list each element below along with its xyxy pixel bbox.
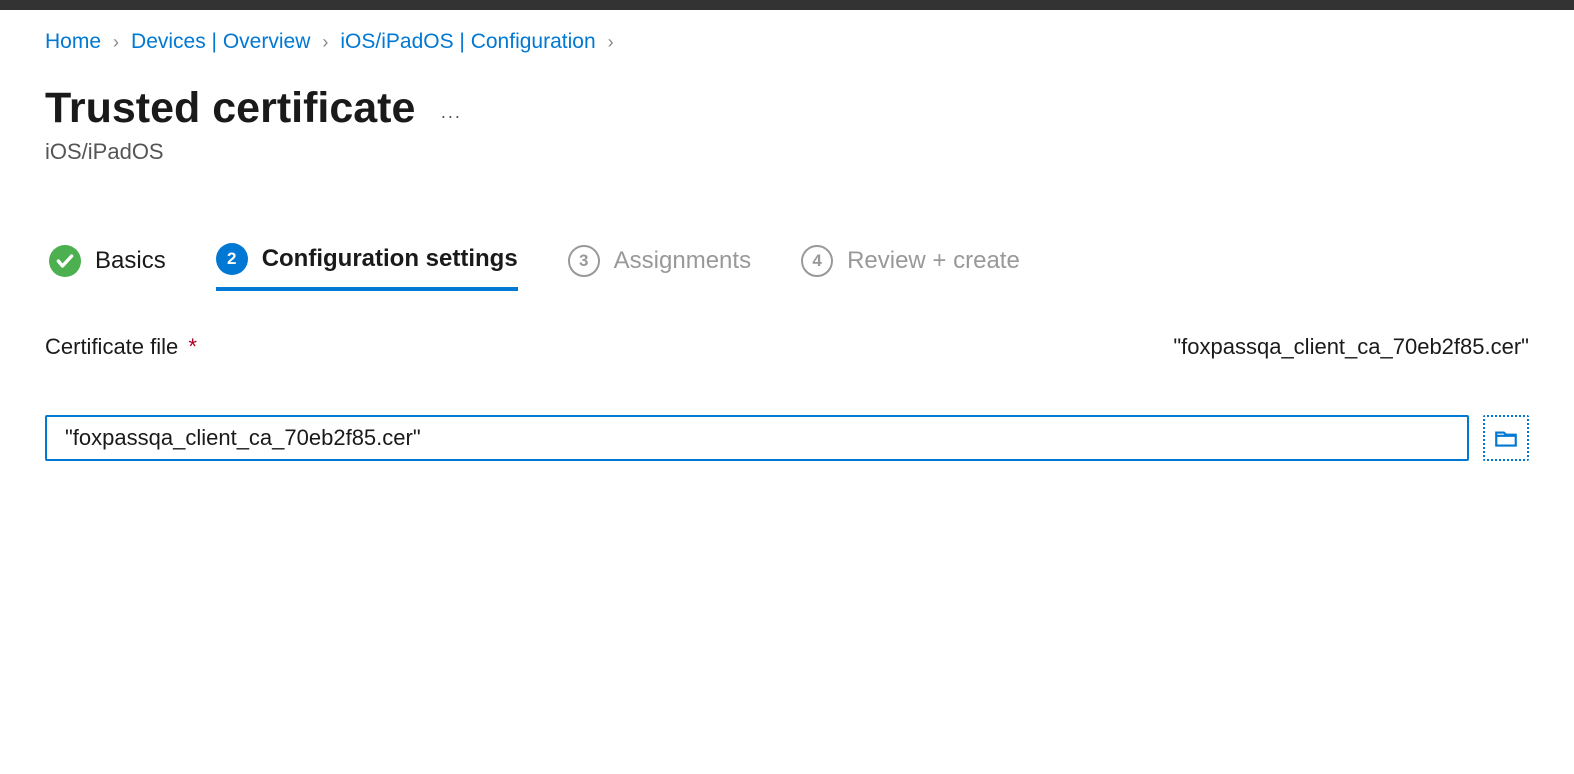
step-label: Review + create (847, 247, 1020, 275)
step-label: Assignments (614, 247, 751, 275)
page-title: Trusted certificate (45, 84, 415, 133)
more-actions-button[interactable]: ··· (440, 106, 461, 127)
certificate-file-value-display: "foxpassqa_client_ca_70eb2f85.cer" (1173, 334, 1529, 360)
step-number-icon: 2 (216, 243, 248, 275)
step-assignments[interactable]: 3 Assignments (568, 245, 751, 289)
step-label: Basics (95, 247, 166, 275)
breadcrumb: Home › Devices | Overview › iOS/iPadOS |… (45, 30, 1529, 54)
certificate-file-input-row: "foxpassqa_client_ca_70eb2f85.cer" (45, 415, 1529, 461)
certificate-file-input[interactable]: "foxpassqa_client_ca_70eb2f85.cer" (45, 415, 1469, 461)
breadcrumb-link-home[interactable]: Home (45, 30, 101, 54)
step-number-icon: 4 (801, 245, 833, 277)
step-review-create[interactable]: 4 Review + create (801, 245, 1020, 289)
check-icon (49, 245, 81, 277)
step-basics[interactable]: Basics (49, 245, 166, 289)
page-subtitle: iOS/iPadOS (45, 139, 1529, 165)
breadcrumb-link-devices[interactable]: Devices | Overview (131, 30, 310, 54)
chevron-right-icon: › (113, 32, 119, 53)
chevron-right-icon: › (608, 32, 614, 53)
certificate-file-label-wrap: Certificate file * (45, 334, 197, 360)
browse-file-button[interactable] (1483, 415, 1529, 461)
breadcrumb-link-ios-config[interactable]: iOS/iPadOS | Configuration (340, 30, 595, 54)
certificate-file-field-row: Certificate file * "foxpassqa_client_ca_… (45, 334, 1529, 360)
wizard-steps: Basics 2 Configuration settings 3 Assign… (45, 235, 1529, 299)
certificate-file-label: Certificate file (45, 334, 178, 359)
step-label: Configuration settings (262, 245, 518, 273)
step-number-icon: 3 (568, 245, 600, 277)
step-configuration-settings[interactable]: 2 Configuration settings (216, 243, 518, 291)
top-bar (0, 0, 1574, 10)
page-title-row: Trusted certificate ··· (45, 84, 1529, 133)
folder-icon (1493, 425, 1519, 451)
required-indicator: * (188, 334, 197, 359)
chevron-right-icon: › (322, 32, 328, 53)
content-area: Home › Devices | Overview › iOS/iPadOS |… (0, 10, 1574, 481)
